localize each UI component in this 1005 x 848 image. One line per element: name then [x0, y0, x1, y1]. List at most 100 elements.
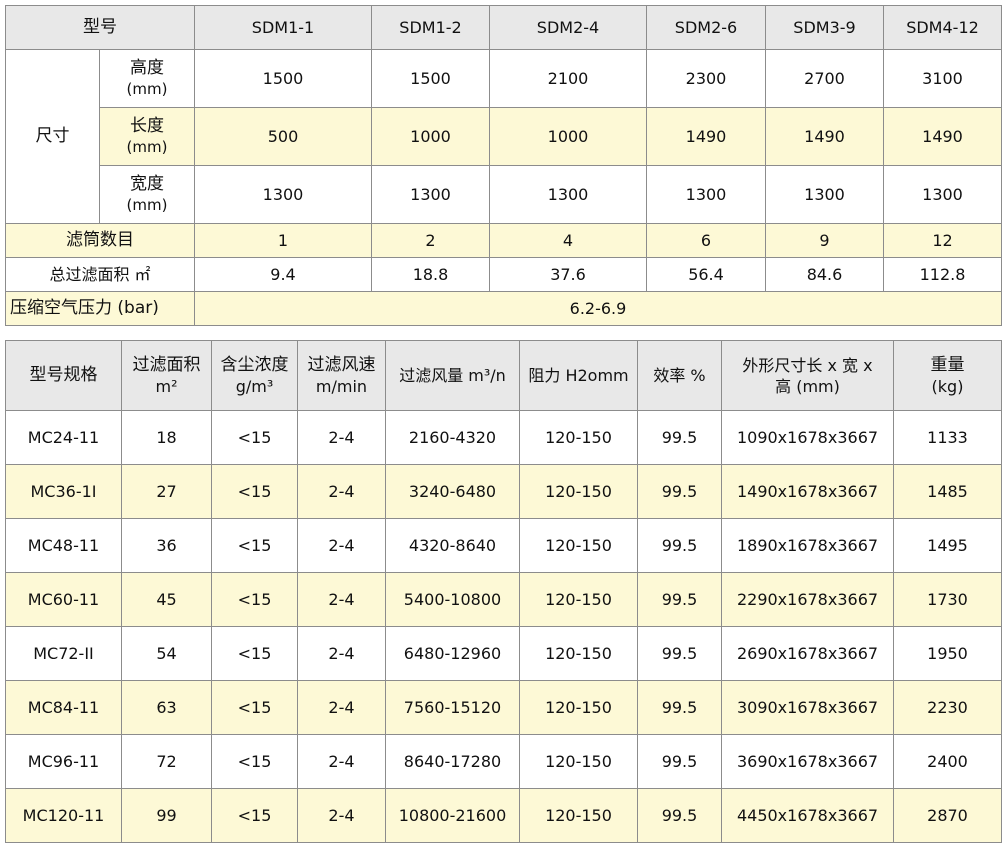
dim-value: 1490: [883, 107, 1002, 166]
cell-speed: 2-4: [297, 518, 386, 573]
sdm-spec-table: 型号 SDM1-1 SDM1-2 SDM2-4 SDM2-6 SDM3-9 SD…: [5, 5, 1002, 326]
cell-model: MC36-1I: [5, 464, 122, 519]
header-line: 过滤风速: [307, 354, 376, 375]
dim-value: 1300: [489, 165, 647, 224]
cell-dimensions: 1090x1678x3667: [721, 410, 894, 465]
cell-resistance: 120-150: [519, 464, 638, 519]
dim-label: 长度 (mm): [99, 107, 195, 166]
header-unit: g/m³: [235, 376, 274, 396]
filter-count-value: 1: [194, 223, 372, 258]
cell-dimensions: 4450x1678x3667: [721, 788, 894, 843]
cell-volume: 5400-10800: [385, 572, 520, 627]
cell-dust: <15: [211, 572, 298, 627]
dim-unit: (mm): [126, 195, 168, 214]
cell-model: MC48-11: [5, 518, 122, 573]
filter-area-value: 9.4: [194, 257, 372, 292]
filter-count-value: 6: [646, 223, 766, 258]
col-header-efficiency: 效率 %: [637, 340, 722, 411]
filter-count-value: 4: [489, 223, 647, 258]
cell-area: 45: [121, 572, 212, 627]
dim-name: 长度: [130, 115, 164, 136]
cell-resistance: 120-150: [519, 734, 638, 789]
dim-value: 1300: [371, 165, 490, 224]
header-unit: (kg): [931, 376, 964, 396]
header-line: 外形尺寸长 x 宽 x: [742, 355, 873, 375]
cell-weight: 1133: [893, 410, 1002, 465]
cell-model: MC84-11: [5, 680, 122, 735]
cell-dimensions: 1890x1678x3667: [721, 518, 894, 573]
filter-count-value: 12: [883, 223, 1002, 258]
table-row: MC48-11 36 <15 2-4 4320-8640 120-150 99.5 1890x…: [5, 518, 1002, 573]
cell-volume: 7560-15120: [385, 680, 520, 735]
header-unit: m²: [155, 376, 178, 396]
cell-resistance: 120-150: [519, 788, 638, 843]
col-header-resistance: 阻力 H2omm: [519, 340, 638, 411]
cell-weight: 1730: [893, 572, 1002, 627]
cell-speed: 2-4: [297, 734, 386, 789]
cell-area: 27: [121, 464, 212, 519]
cell-volume: 3240-6480: [385, 464, 520, 519]
dim-value: 1300: [194, 165, 372, 224]
dim-value: 1300: [646, 165, 766, 224]
filter-count-row: 滤筒数目 1 2 4 6 9 12: [5, 223, 1002, 258]
filter-area-value: 37.6: [489, 257, 647, 292]
table-row: MC36-1I 27 <15 2-4 3240-6480 120-150 99.5 1490x…: [5, 464, 1002, 519]
header-line: 过滤面积: [132, 354, 201, 375]
cell-resistance: 120-150: [519, 410, 638, 465]
cell-efficiency: 99.5: [637, 680, 722, 735]
cell-speed: 2-4: [297, 680, 386, 735]
table-row: MC84-11 63 <15 2-4 7560-15120 120-150 99.5 3090…: [5, 680, 1002, 735]
header-line: 过滤风量 m³/n: [399, 366, 506, 385]
dim-unit: (mm): [126, 79, 168, 98]
col-header-dimensions: 外形尺寸长 x 宽 x高 (mm): [721, 340, 894, 411]
length-row: 长度 (mm) 500 1000 1000 1490 1490 1490: [5, 107, 1002, 166]
dim-name: 高度: [130, 57, 164, 78]
cell-dimensions: 2690x1678x3667: [721, 626, 894, 681]
cell-area: 36: [121, 518, 212, 573]
mc-spec-table: 型号规格 过滤面积 m² 含尘浓度 g/m³ 过滤风速 m/min 过滤风量 m³/n…: [5, 340, 1002, 843]
model-name: SDM4-12: [883, 5, 1002, 50]
table-row: MC60-11 45 <15 2-4 5400-10800 120-150 99.5 2290…: [5, 572, 1002, 627]
filter-area-value: 18.8: [371, 257, 490, 292]
height-row: 尺寸 高度 (mm) 1500 1500 2100 2300 2700 3100: [5, 49, 1002, 224]
header-line: 阻力 H2omm: [528, 366, 629, 385]
mc-table-body: MC24-11 18 <15 2-4 2160-4320 120-150 99.5 1090x…: [5, 410, 1002, 843]
col-header-speed: 过滤风速 m/min: [297, 340, 386, 411]
filter-count-value: 2: [371, 223, 490, 258]
cell-weight: 2870: [893, 788, 1002, 843]
cell-resistance: 120-150: [519, 680, 638, 735]
cell-speed: 2-4: [297, 788, 386, 843]
dim-value: 1490: [765, 107, 884, 166]
cell-volume: 2160-4320: [385, 410, 520, 465]
cell-speed: 2-4: [297, 410, 386, 465]
cell-volume: 8640-17280: [385, 734, 520, 789]
cell-area: 63: [121, 680, 212, 735]
cell-dust: <15: [211, 680, 298, 735]
dim-value: 2700: [765, 49, 884, 108]
dim-value: 1000: [371, 107, 490, 166]
cell-area: 18: [121, 410, 212, 465]
cell-weight: 1485: [893, 464, 1002, 519]
cell-resistance: 120-150: [519, 518, 638, 573]
table-row: MC24-11 18 <15 2-4 2160-4320 120-150 99.5 1090x…: [5, 410, 1002, 465]
model-name: SDM2-4: [489, 5, 647, 50]
header-line: 含尘浓度: [220, 354, 289, 375]
cell-weight: 1495: [893, 518, 1002, 573]
cell-speed: 2-4: [297, 572, 386, 627]
pressure-value: 6.2-6.9: [194, 291, 1002, 326]
cell-dimensions: 2290x1678x3667: [721, 572, 894, 627]
cell-weight: 2230: [893, 680, 1002, 735]
col-header-model: 型号规格: [5, 340, 122, 411]
dim-value: 1500: [371, 49, 490, 108]
cell-dust: <15: [211, 626, 298, 681]
header-unit: 高 (mm): [775, 376, 840, 396]
cell-volume: 4320-8640: [385, 518, 520, 573]
cell-efficiency: 99.5: [637, 626, 722, 681]
model-name: SDM3-9: [765, 5, 884, 50]
cell-dust: <15: [211, 518, 298, 573]
header-row: 型号 SDM1-1 SDM1-2 SDM2-4 SDM2-6 SDM3-9 SD…: [5, 5, 1002, 50]
cell-efficiency: 99.5: [637, 788, 722, 843]
cell-volume: 6480-12960: [385, 626, 520, 681]
dim-value: 1500: [194, 49, 372, 108]
cell-area: 99: [121, 788, 212, 843]
